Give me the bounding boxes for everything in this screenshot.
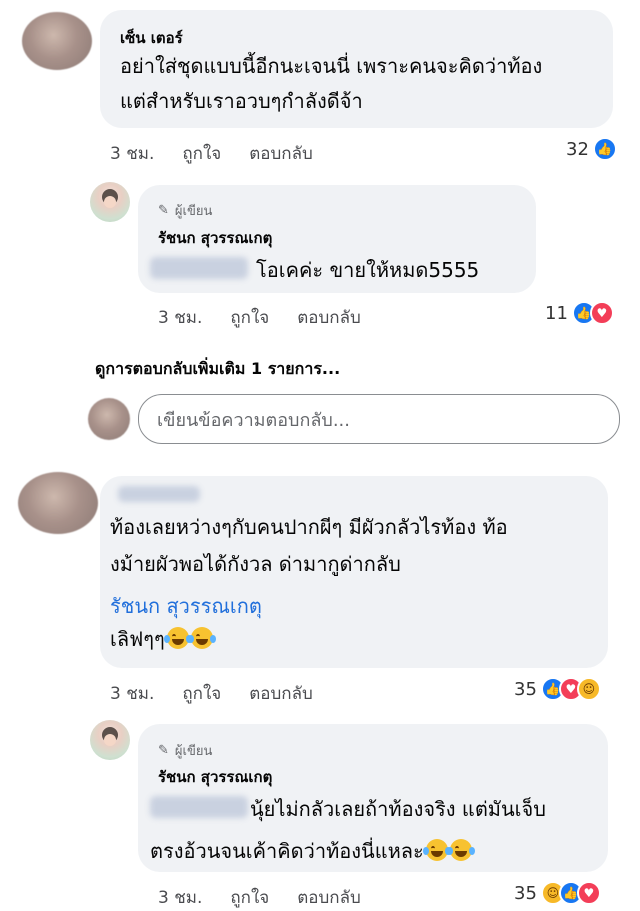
reaction-count: 11: [545, 302, 568, 324]
author-badge: ✎ ผู้เขียน: [158, 200, 212, 221]
pen-icon: ✎: [158, 743, 169, 758]
reply-button[interactable]: ตอบกลับ: [297, 304, 361, 331]
tagged-name-blurred: [150, 257, 248, 279]
love-icon: ♥: [576, 881, 601, 905]
comment-actions: 3 ชม. ถูกใจ ตอบกลับ: [110, 680, 313, 707]
commenter-name-blurred: [118, 486, 200, 502]
commenter-avatar[interactable]: [18, 472, 98, 534]
comment-timestamp[interactable]: 3 ชม.: [110, 140, 154, 167]
view-more-replies-link[interactable]: ดูการตอบกลับเพิ่มเติม 1 รายการ...: [95, 357, 340, 382]
laughing-tears-emoji-icon: [187, 627, 216, 649]
commenter-name[interactable]: เซ็น เตอร์: [120, 26, 183, 50]
reaction-summary[interactable]: 32 👍: [566, 137, 617, 161]
like-button[interactable]: ถูกใจ: [182, 680, 221, 707]
comment-text-line: เลิฟๆๆ: [110, 622, 216, 656]
comment-text-line: แต่สำหรับเราอวบๆกำลังดีจ้า: [120, 89, 363, 113]
reply-actions: 3 ชม. ถูกใจ ตอบกลับ: [158, 304, 361, 331]
reply-text-line: ตรงอ้วนจนเค้าคิดว่าท้องนี่แหละ: [150, 834, 475, 868]
mention-link[interactable]: รัชนก สุวรรณเกตุ: [110, 590, 262, 622]
comment-timestamp[interactable]: 3 ชม.: [110, 680, 154, 707]
comment-text-line: ท้องเลยหว่างๆกับคนปากผีๆ มีผัวกลัวไรท้อง…: [110, 515, 508, 539]
reaction-summary[interactable]: 11 👍 ♥: [545, 301, 614, 325]
like-button[interactable]: ถูกใจ: [182, 140, 221, 167]
reply-timestamp[interactable]: 3 ชม.: [158, 304, 202, 331]
reaction-count: 35: [514, 678, 537, 700]
author-avatar[interactable]: [90, 720, 130, 760]
author-badge-label: ผู้เขียน: [174, 744, 213, 759]
reaction-summary[interactable]: 35 ☺ 👍 ♥: [514, 881, 601, 905]
author-name[interactable]: รัชนก สุวรรณเกตุ: [158, 226, 272, 250]
commenter-avatar[interactable]: [22, 12, 92, 70]
author-avatar[interactable]: [90, 182, 130, 222]
comment-text-line: งม้ายผัวพอได้กังวล ด่ามากูด่ากลับ: [110, 552, 401, 576]
comment-text-content: เลิฟๆๆ: [110, 627, 165, 651]
author-badge: ✎ ผู้เขียน: [158, 740, 212, 761]
reply-text-content: ตรงอ้วนจนเค้าคิดว่าท้องนี่แหละ: [150, 839, 424, 863]
reply-input-placeholder: เขียนข้อความตอบกลับ...: [157, 409, 350, 431]
author-badge-label: ผู้เขียน: [174, 204, 213, 219]
reply-text: โอเคค่ะ ขายให้หมด5555: [256, 258, 480, 282]
reaction-summary[interactable]: 35 👍 ♥ ☺: [514, 677, 601, 701]
laughing-tears-emoji-icon: [422, 839, 451, 861]
reply-input[interactable]: เขียนข้อความตอบกลับ...: [138, 394, 620, 444]
like-button[interactable]: ถูกใจ: [230, 304, 269, 331]
love-icon: ♥: [589, 301, 614, 325]
reply-button[interactable]: ตอบกลับ: [249, 140, 313, 167]
laughing-tears-emoji-icon: [163, 627, 192, 649]
like-icon: 👍: [592, 137, 617, 161]
pen-icon: ✎: [158, 203, 169, 218]
current-user-avatar: [88, 398, 130, 440]
reply-text-line: นุ้ยไม่กลัวเลยถ้าท้องจริง แต่มันเจ็บ: [250, 797, 546, 821]
reaction-count: 32: [566, 138, 589, 160]
reply-button[interactable]: ตอบกลับ: [249, 680, 313, 707]
tagged-name-blurred: [150, 796, 248, 818]
reaction-count: 35: [514, 882, 537, 904]
laughing-tears-emoji-icon: [446, 839, 475, 861]
haha-icon: ☺: [576, 677, 601, 701]
comment-actions: 3 ชม. ถูกใจ ตอบกลับ: [110, 140, 313, 167]
author-name[interactable]: รัชนก สุวรรณเกตุ: [158, 765, 272, 789]
comment-text-line: อย่าใส่ชุดแบบนี้อีกนะเจนนี่ เพราะคนจะคิด…: [120, 54, 543, 78]
